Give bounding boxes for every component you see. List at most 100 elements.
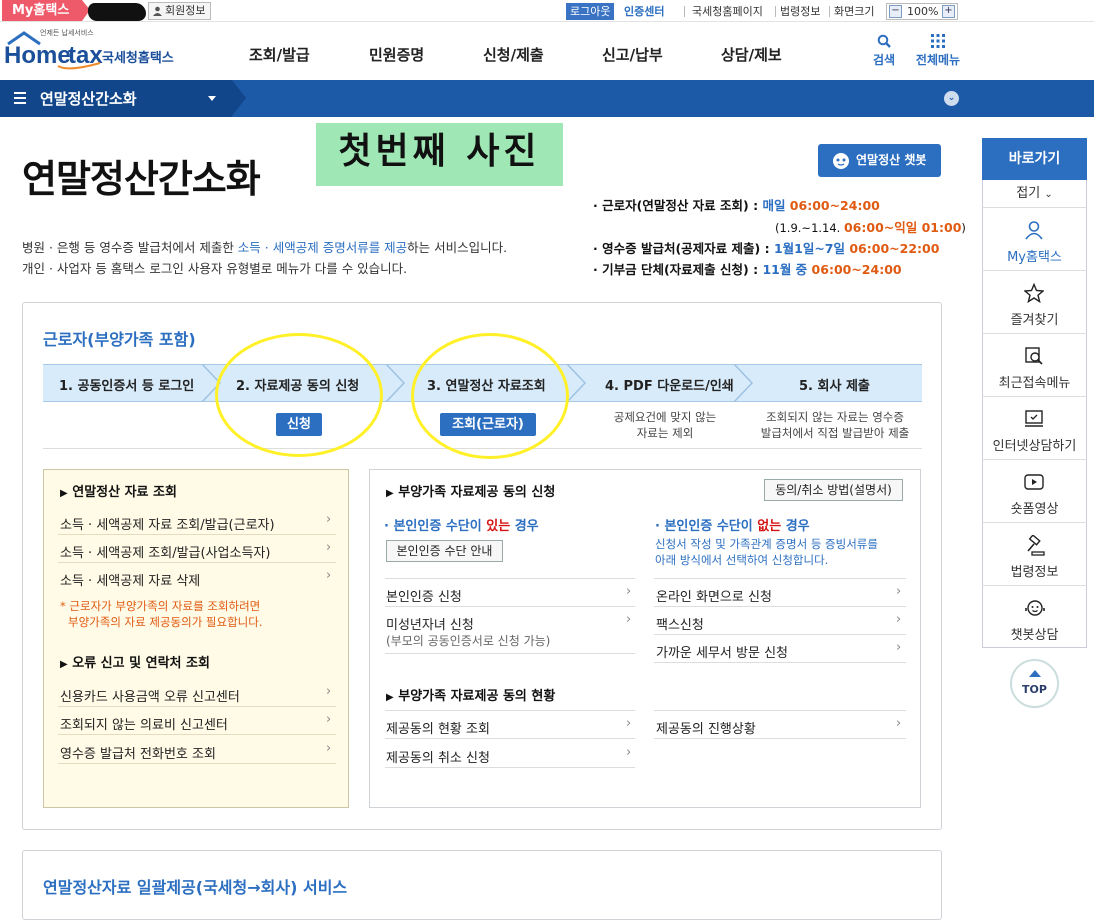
arrow-right-icon: ›: [896, 584, 902, 599]
quick-item-recent-menu[interactable]: 최근접속메뉴: [982, 334, 1087, 397]
divider: [654, 634, 906, 635]
online-apply-link[interactable]: 온라인 화면으로 신청: [656, 586, 772, 605]
star-icon: [1024, 283, 1044, 303]
quick-item-label: My홈택스: [1007, 250, 1062, 265]
svg-text:tax: tax: [68, 42, 103, 69]
divider: [829, 6, 830, 17]
deduction-inquiry-business-link[interactable]: 소득 · 세액공제 조회/발급(사업소득자): [60, 542, 270, 561]
fax-apply-link[interactable]: 팩스신청: [656, 614, 704, 633]
logo-tagline: 국세청홈택스: [102, 51, 174, 66]
schedule-label: · 기부금 단체(자료제출 신청) :: [593, 262, 763, 277]
all-menu-button[interactable]: 전체메뉴: [912, 34, 964, 68]
triangle-icon: ▶: [60, 488, 68, 499]
zoom-in-button[interactable]: +: [942, 5, 955, 18]
schedule-donation-org: · 기부금 단체(자료제출 신청) : 11월 중 06:00~24:00: [593, 259, 902, 278]
user-icon: [153, 6, 162, 16]
minor-child-note: (부모의 공동인증서로 신청 가능): [386, 634, 551, 648]
heading-text: 부양가족 자료제공 동의 신청: [398, 485, 556, 500]
consent-progress-link[interactable]: 제공동의 진행상황: [656, 718, 756, 737]
chevron-right-icon: [733, 364, 754, 402]
desc-text: 병원 · 은행 등 영수증 발급처에서 제출한: [22, 240, 238, 255]
search-button[interactable]: 검색: [864, 34, 904, 68]
chatbot-face-icon: [1025, 600, 1045, 616]
quick-item-shortform-video[interactable]: 숏폼영상: [982, 460, 1087, 523]
heading-text: 부양가족 자료제공 동의 현황: [398, 689, 556, 704]
arrow-right-icon: ›: [326, 512, 332, 527]
yearend-chatbot-button[interactable]: 연말정산 챗봇: [818, 144, 941, 177]
tax-office-visit-link[interactable]: 가까운 세무서 방문 신청: [656, 642, 788, 661]
nts-homepage-link[interactable]: 국세청홈페이지: [692, 3, 763, 20]
location-title: 연말정산간소화: [40, 90, 137, 108]
hometax-logo[interactable]: Home tax 언제든 납세서비스 국세청홈택스: [2, 29, 192, 74]
divider: [385, 606, 635, 607]
gnb-item-inquiry[interactable]: 조회/발급: [249, 44, 310, 65]
quick-item-online-consult[interactable]: 인터넷상담하기: [982, 397, 1087, 460]
schedule-label: · 영수증 발급처(공제자료 제출) :: [593, 241, 774, 256]
bulk-provision-title: 연말정산자료 일괄제공(국세청→회사) 서비스: [43, 878, 348, 897]
gnb-item-application[interactable]: 신청/제출: [483, 44, 544, 65]
chevron-down-icon[interactable]: ⌄: [944, 91, 959, 106]
schedule-day: (1.9.~1.14.: [775, 221, 844, 235]
arrow-right-icon: ›: [326, 712, 332, 727]
zoom-out-button[interactable]: −: [889, 5, 902, 18]
error-report-heading: ▶ 오류 신고 및 연락처 조회: [60, 652, 210, 671]
divider: [654, 738, 906, 739]
scroll-top-button[interactable]: TOP: [1010, 659, 1059, 708]
quick-item-favorites[interactable]: 즐겨찾기: [982, 271, 1087, 334]
triangle-icon: ▶: [60, 659, 68, 670]
logout-button[interactable]: 로그아웃: [566, 3, 615, 20]
gnb-item-consult[interactable]: 상담/제보: [721, 44, 782, 65]
fold-label: 접기: [1016, 186, 1041, 201]
divider: [654, 606, 906, 607]
arrow-right-icon: ›: [896, 716, 902, 731]
divider: [385, 738, 635, 739]
arrow-right-icon: ›: [626, 745, 632, 760]
annotation-oval: [411, 333, 569, 459]
note-line: 조회되지 않는 자료는 영수증: [766, 410, 904, 424]
divider: [58, 534, 336, 535]
schedule-label: · 근로자(연말정산 자료 조회) :: [593, 198, 763, 213]
auth-unavailable-subheading: · 본인인증 수단이 없는 경우: [655, 515, 810, 534]
service-description: 병원 · 은행 등 영수증 발급처에서 제출한 소득 · 세액공제 증명서류를 …: [22, 237, 507, 256]
quick-item-chatbot[interactable]: 챗봇상담: [982, 586, 1087, 649]
gnb-item-certificate[interactable]: 민원증명: [369, 44, 424, 65]
schedule-suffix: ): [961, 221, 966, 235]
card-error-report-link[interactable]: 신용카드 사용금액 오류 신고센터: [60, 686, 240, 705]
warn-line: 부양가족의 자료 제공동의가 필요합니다.: [68, 615, 263, 629]
auth-center-link[interactable]: 인증센터: [624, 3, 664, 20]
divider: [58, 562, 336, 563]
medical-report-link[interactable]: 조회되지 않는 의료비 신고센터: [60, 714, 228, 733]
deduction-delete-link[interactable]: 소득 · 세액공제 자료 삭제: [60, 570, 200, 589]
logo-small-text: 언제든 납세서비스: [40, 29, 94, 37]
schedule-time: 06:00~익일 01:00: [843, 220, 962, 235]
schedule-time: 06:00~24:00: [811, 262, 902, 277]
law-info-link[interactable]: 법령정보: [780, 3, 820, 20]
search-label: 검색: [872, 53, 896, 67]
gnb-item-report-pay[interactable]: 신고/납부: [602, 44, 663, 65]
sub-text: 경우: [510, 519, 539, 534]
arrow-right-icon: ›: [896, 640, 902, 655]
issuer-phone-link[interactable]: 영수증 발급처 전화번호 조회: [60, 743, 216, 762]
fold-button[interactable]: 접기 ⌄: [982, 180, 1087, 208]
grid-icon: [931, 34, 945, 48]
inquiry-heading: ▶ 연말정산 자료 조회: [60, 481, 177, 500]
auth-method-guide-button[interactable]: 본인인증 수단 안내: [386, 540, 503, 562]
sub-text: · 본인인증 수단이: [384, 519, 487, 534]
consent-status-inquiry-link[interactable]: 제공동의 현황 조회: [386, 718, 490, 737]
self-auth-apply-link[interactable]: 본인인증 신청: [386, 586, 462, 605]
minor-child-apply-link[interactable]: 미성년자녀 신청: [386, 614, 474, 633]
hamburger-icon: [14, 92, 26, 107]
deduction-inquiry-worker-link[interactable]: 소득 · 세액공제 자료 조회/발급(근로자): [60, 514, 275, 533]
quick-item-law-info[interactable]: 법령정보: [982, 523, 1087, 586]
top-label: TOP: [1022, 683, 1047, 696]
desc-line: 아래 방식에서 선택하여 신청합니다.: [655, 553, 829, 567]
arrow-right-icon: ›: [326, 684, 332, 699]
my-hometax-badge[interactable]: My홈택스: [2, 0, 90, 21]
quick-item-my-hometax[interactable]: My홈택스: [982, 208, 1087, 271]
annotation-label: 첫번째 사진: [316, 123, 563, 186]
consent-cancel-link[interactable]: 제공동의 취소 신청: [386, 747, 490, 766]
member-info-button[interactable]: 회원정보: [148, 2, 212, 20]
consent-guide-button[interactable]: 동의/취소 방법(설명서): [764, 479, 903, 501]
gavel-icon: [1027, 535, 1045, 556]
heading-text: 오류 신고 및 연락처 조회: [72, 656, 210, 671]
